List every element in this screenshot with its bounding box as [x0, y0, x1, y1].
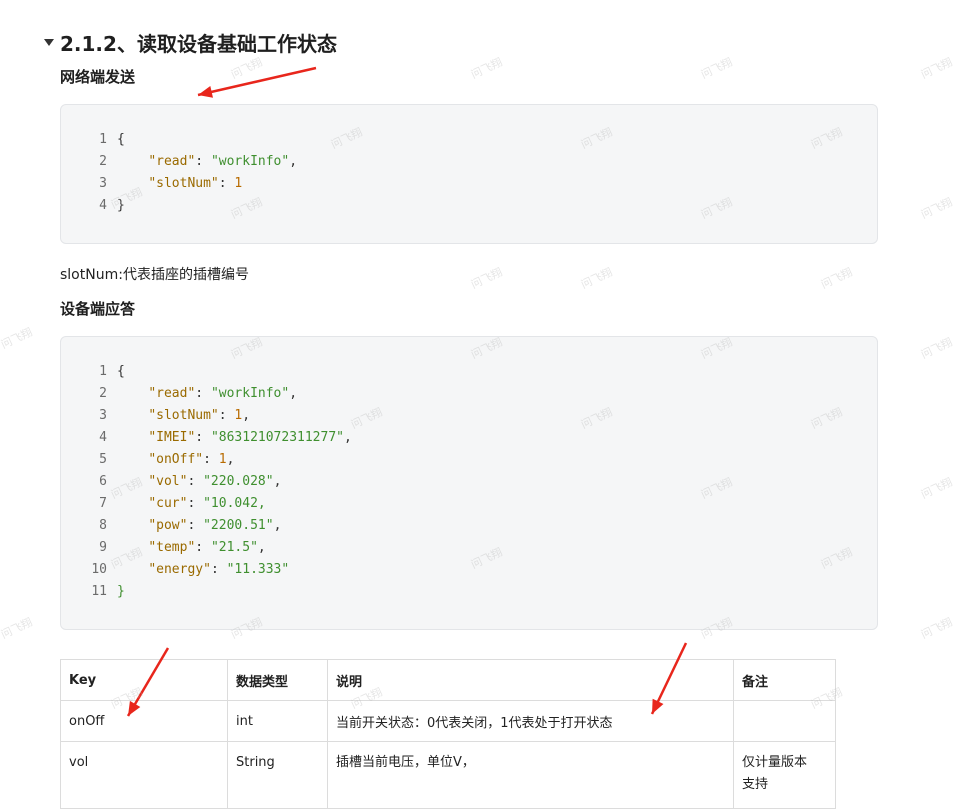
arrowhead-icon: [198, 86, 213, 98]
annotation-arrow: [197, 66, 317, 97]
annotation-arrows: [126, 66, 688, 717]
